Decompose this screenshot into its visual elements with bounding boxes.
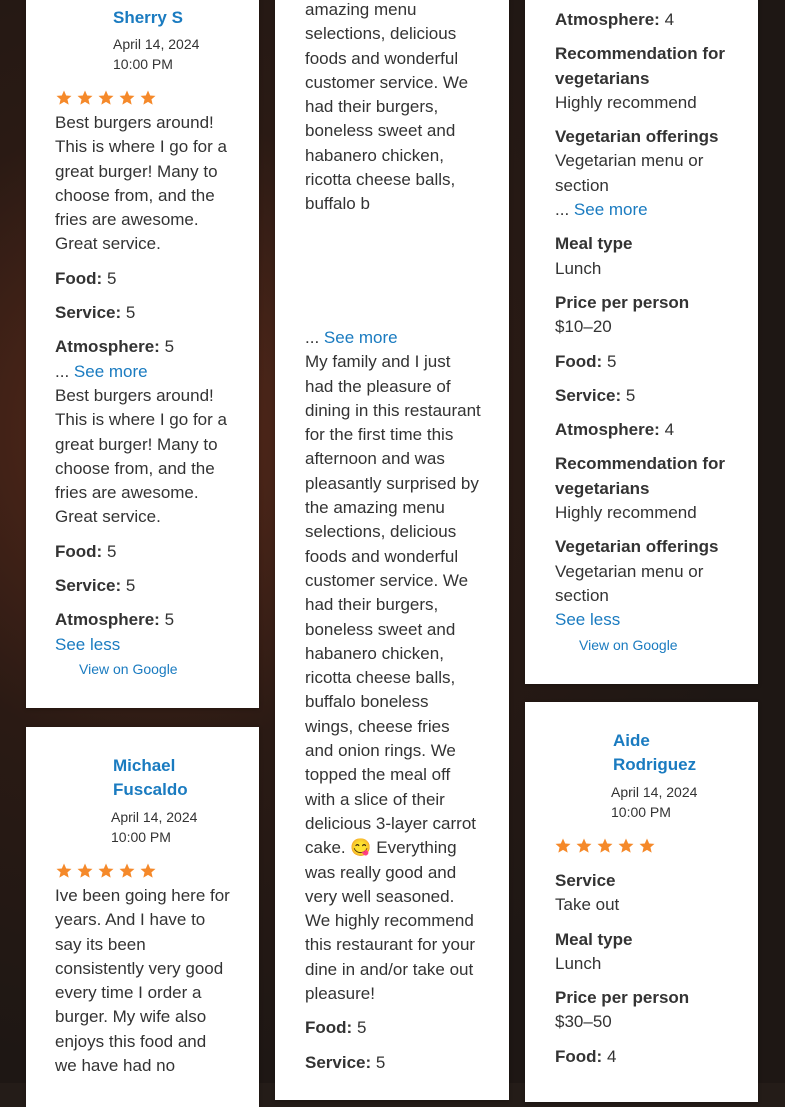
review-date: April 14, 2024	[611, 784, 698, 800]
star-icon	[555, 838, 571, 853]
reviewer-name[interactable]: Sherry S	[113, 6, 183, 30]
veg-offerings-label: Vegetarian offerings	[555, 127, 719, 147]
food-score: Food: 4	[555, 1046, 617, 1066]
service-score: Service: 5	[55, 576, 136, 596]
review-body: Ive been going here for years. And I hav…	[55, 884, 231, 1078]
meal-type-label: Meal type	[555, 929, 633, 949]
veg-offerings-value: Vegetarian menu or section	[555, 151, 704, 195]
atmosphere-score: Atmosphere: 5	[55, 610, 175, 630]
rec-vegetarians-label: Recommendation for vegetarians	[555, 44, 726, 88]
review-text: Ive been going here for years. And I hav…	[55, 886, 230, 1076]
price-value: $30–50	[555, 1012, 612, 1032]
review-body: Service Take out Meal type Lunch Price p…	[555, 869, 731, 1079]
meal-type-value: Lunch	[555, 258, 602, 278]
star-icon	[639, 838, 655, 853]
star-icon	[77, 863, 93, 878]
star-rating	[554, 837, 656, 855]
food-score: Food: 5	[305, 1018, 367, 1038]
rec-vegetarians-value: Highly recommend	[555, 503, 697, 523]
review-body-main: amazing menu selections, delicious foods…	[305, 0, 481, 1085]
review-time: 10:00 PM	[611, 804, 671, 820]
price-value: $10–20	[555, 317, 612, 337]
review-time: 10:00 PM	[113, 56, 173, 72]
service-type-label: Service	[555, 871, 616, 890]
review-body: Best burgers around! This is where I go …	[55, 111, 231, 681]
star-icon	[77, 90, 93, 105]
veg-offerings-value: Vegetarian menu or section	[555, 561, 704, 605]
price-label: Price per person	[555, 292, 690, 312]
star-icon	[618, 838, 634, 853]
see-less-link[interactable]: See less	[55, 635, 120, 654]
review-body: Atmosphere: 4 Recommendation for vegetar…	[555, 8, 731, 657]
star-icon	[597, 838, 613, 853]
review-full-text: Best burgers around! This is where I go …	[55, 385, 227, 527]
review-text: Best burgers around! This is where I go …	[55, 113, 227, 254]
star-rating	[55, 862, 157, 880]
reviewer-name[interactable]: Aide Rodriguez	[613, 729, 696, 778]
star-icon	[140, 90, 156, 105]
star-icon	[119, 863, 135, 878]
atmosphere-score: Atmosphere: 4	[555, 420, 675, 440]
review-text-truncated: amazing menu selections, delicious foods…	[305, 0, 469, 214]
review-card-sherry: Sherry S April 14, 2024 10:00 PM Best bu…	[26, 0, 259, 708]
service-type-value: Take out	[555, 895, 620, 915]
view-on-google-link[interactable]: View on Google	[55, 657, 231, 681]
review-date: April 14, 2024	[111, 809, 198, 825]
see-less-link[interactable]: See less	[555, 610, 620, 629]
review-full-text: My family and I just had the pleasure of…	[305, 352, 481, 1004]
review-time: 10:00 PM	[111, 829, 171, 845]
see-more-row: ... See more	[555, 200, 648, 220]
atmosphere-score: Atmosphere: 4	[555, 10, 675, 29]
see-more-link[interactable]: See more	[324, 328, 398, 347]
star-rating	[55, 89, 157, 107]
see-more-row: ... See more	[305, 328, 398, 347]
service-score: Service: 5	[305, 1052, 386, 1072]
atmosphere-score: Atmosphere: 5	[55, 337, 175, 357]
see-more-link[interactable]: See more	[74, 362, 148, 381]
review-card-aide: Aide Rodriguez April 14, 2024 10:00 PM Se…	[525, 702, 758, 1102]
service-score: Service: 5	[555, 385, 636, 405]
star-icon	[576, 838, 592, 853]
star-icon	[56, 90, 72, 105]
meal-type-label: Meal type	[555, 234, 633, 254]
review-card-right-top: Atmosphere: 4 Recommendation for vegetar…	[525, 0, 758, 684]
star-icon	[140, 863, 156, 878]
food-score: Food: 5	[55, 268, 117, 288]
service-score: Service: 5	[55, 303, 136, 323]
star-icon	[98, 863, 114, 878]
veg-offerings-label: Vegetarian offerings	[555, 537, 719, 557]
see-more-row: ... See more	[55, 361, 148, 381]
review-card-middle: unpleasantly surprised by the amazing me…	[275, 0, 509, 1100]
reviewer-name[interactable]: Michael Fuscaldo	[113, 754, 188, 803]
food-score: Food: 5	[55, 541, 117, 561]
star-icon	[119, 90, 135, 105]
view-on-google-link[interactable]: View on Google	[555, 633, 731, 657]
rec-vegetarians-value: Highly recommend	[555, 92, 697, 112]
food-score: Food: 5	[555, 351, 617, 371]
meal-type-value: Lunch	[555, 953, 602, 973]
review-card-michael: Michael Fuscaldo April 14, 2024 10:00 PM …	[26, 727, 259, 1107]
star-icon	[56, 863, 72, 878]
price-label: Price per person	[555, 988, 690, 1008]
see-more-link[interactable]: See more	[574, 200, 648, 219]
star-icon	[98, 90, 114, 105]
review-date: April 14, 2024	[113, 36, 200, 52]
rec-vegetarians-label: Recommendation for vegetarians	[555, 454, 726, 498]
